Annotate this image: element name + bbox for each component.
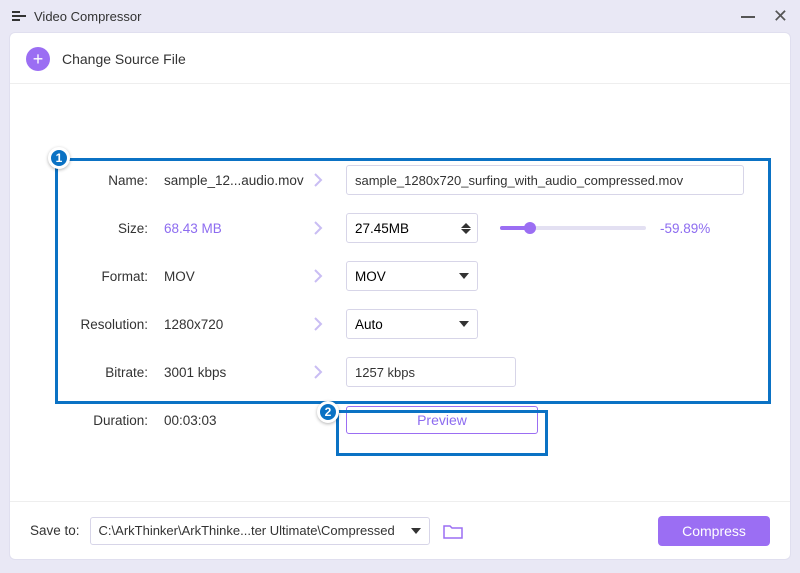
open-folder-button[interactable] — [440, 520, 466, 542]
label-size: Size: — [30, 221, 154, 236]
source-bitrate: 3001 kbps — [154, 365, 304, 380]
chevron-down-icon — [459, 273, 469, 279]
stepper-down-icon[interactable] — [461, 229, 471, 234]
output-size-value: 27.45MB — [355, 221, 409, 236]
preview-button[interactable]: Preview — [346, 406, 538, 434]
size-percent: -59.89% — [660, 221, 710, 236]
chevron-right-icon — [304, 268, 332, 284]
annotation-badge-2: 2 — [317, 401, 339, 423]
add-icon[interactable]: + — [26, 47, 50, 71]
change-source-button[interactable]: Change Source File — [62, 51, 186, 67]
chevron-right-icon — [304, 316, 332, 332]
chevron-down-icon — [459, 321, 469, 327]
output-name-input[interactable] — [346, 165, 744, 195]
label-duration: Duration: — [30, 413, 154, 428]
chevron-right-icon — [304, 220, 332, 236]
source-resolution: 1280x720 — [154, 317, 304, 332]
output-format-select[interactable]: MOV — [346, 261, 478, 291]
source-format: MOV — [154, 269, 304, 284]
chevron-down-icon — [411, 528, 421, 534]
save-to-label: Save to: — [30, 523, 80, 538]
minimize-button[interactable] — [741, 9, 755, 23]
output-size-stepper[interactable]: 27.45MB — [346, 213, 478, 243]
output-bitrate-input[interactable] — [346, 357, 516, 387]
chevron-right-icon — [304, 172, 332, 188]
output-resolution-select[interactable]: Auto — [346, 309, 478, 339]
form-area: Name: sample_12...audio.mov Size: 68.43 … — [10, 84, 790, 444]
compress-button[interactable]: Compress — [658, 516, 770, 546]
video-compressor-window: Video Compressor ✕ + Change Source File … — [0, 0, 800, 573]
close-button[interactable]: ✕ — [773, 9, 788, 23]
output-resolution-value: Auto — [355, 317, 383, 332]
label-format: Format: — [30, 269, 154, 284]
stepper-up-icon[interactable] — [461, 223, 471, 228]
slider-knob[interactable] — [524, 222, 536, 234]
save-path-select[interactable]: C:\ArkThinker\ArkThinke...ter Ultimate\C… — [90, 517, 430, 545]
window-title: Video Compressor — [34, 9, 141, 24]
source-size: 68.43 MB — [154, 221, 304, 236]
source-duration: 00:03:03 — [154, 413, 304, 428]
source-name: sample_12...audio.mov — [154, 173, 304, 188]
annotation-badge-1: 1 — [48, 147, 70, 169]
label-bitrate: Bitrate: — [30, 365, 154, 380]
label-name: Name: — [30, 173, 154, 188]
titlebar: Video Compressor ✕ — [0, 0, 800, 32]
bottom-bar: Save to: C:\ArkThinker\ArkThinke...ter U… — [10, 501, 790, 559]
main-panel: + Change Source File Name: sample_12...a… — [9, 32, 791, 560]
app-icon — [12, 9, 26, 23]
output-format-value: MOV — [355, 269, 386, 284]
size-slider[interactable] — [500, 226, 646, 230]
label-resolution: Resolution: — [30, 317, 154, 332]
save-path-value: C:\ArkThinker\ArkThinke...ter Ultimate\C… — [99, 523, 395, 538]
chevron-right-icon — [304, 364, 332, 380]
